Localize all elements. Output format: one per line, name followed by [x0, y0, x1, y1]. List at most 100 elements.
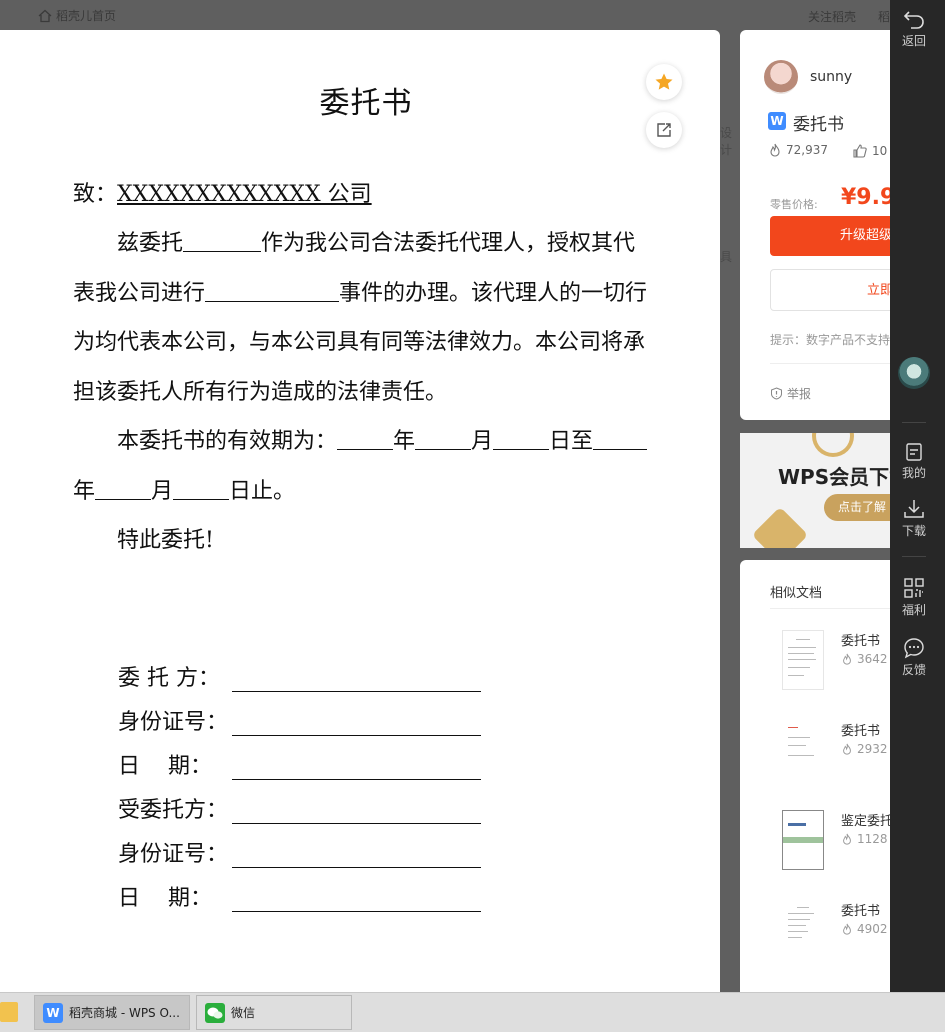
star-icon [655, 73, 673, 90]
fire-icon [843, 923, 851, 935]
sign-label: 委 托 方： [118, 666, 220, 691]
doc-thumbnail [782, 720, 824, 780]
wechat-icon [205, 1002, 225, 1023]
download-button[interactable]: 下载 [890, 498, 938, 539]
sign-label: 日 期： [118, 886, 212, 911]
view-count: 72,937 [768, 143, 828, 157]
sign-row-agent-date: 日 期： [118, 880, 481, 912]
to-company: XXXXXXXXXXXXX 公司 [117, 182, 372, 207]
divider [902, 556, 926, 557]
sign-line [232, 845, 481, 868]
document-icon [906, 443, 922, 461]
welfare-label: 福利 [901, 603, 926, 617]
paragraph-3: 为均代表本公司，与本公司具有同等法律效力。本公司将承 [73, 330, 646, 355]
feedback-button[interactable]: 反馈 [890, 637, 938, 678]
sign-label: 受委托方： [118, 798, 229, 823]
sign-label: 身份证号： [118, 842, 229, 867]
closing-text: 特此委托! [117, 528, 214, 553]
mine-button[interactable]: 我的 [890, 442, 938, 481]
wps-app-icon: W [43, 1002, 63, 1023]
wps-doc-icon: W [768, 112, 786, 130]
header-more-link[interactable]: 稻 [878, 8, 890, 25]
home-link[interactable]: 稻壳儿首页 [38, 7, 116, 24]
author-name[interactable]: sunny [810, 69, 852, 85]
similar-heading: 相似文档 [770, 586, 823, 601]
sign-row-principal-date: 日 期： [118, 748, 481, 780]
banner-title: WPS会员下载 [778, 465, 900, 489]
windows-taskbar: W 稻壳商城 - WPS O... 微信 [0, 992, 945, 1032]
paragraph-7: 特此委托! [73, 516, 663, 566]
background-page-strip: 设计 具 [720, 30, 740, 992]
month-label: 月 [471, 429, 494, 454]
divider [770, 608, 900, 609]
p2-text-a: 表我公司进行 [73, 281, 206, 306]
to-prefix: 致： [73, 182, 118, 207]
home-label: 稻壳儿首页 [56, 9, 117, 23]
product-title: 委托书 [793, 115, 844, 135]
upgrade-download-button[interactable]: 升级超级会员免费下载 [770, 216, 900, 256]
welfare-button[interactable]: 福利 [890, 577, 938, 618]
similar-count-value: 4902 [857, 922, 888, 936]
back-arrow-icon [903, 11, 924, 29]
wps-member-banner[interactable]: WPS会员下载 点击了解 [740, 433, 900, 548]
matter-blank [205, 279, 340, 302]
sign-label: 身份证号： [118, 710, 229, 735]
similar-item[interactable]: 委托书 2932 [770, 720, 900, 790]
similar-count-value: 3642 [857, 652, 888, 666]
end-month-blank [95, 477, 152, 500]
download-label: 下载 [901, 524, 926, 538]
similar-title: 委托书 [841, 724, 881, 739]
similar-documents: 相似文档 委托书 3642 委托书 2932 鉴定委托书 1128 委托书 49… [740, 560, 900, 992]
taskbar-wechat-window[interactable]: 微信 [196, 995, 352, 1030]
buy-now-button[interactable]: 立即购买 [770, 269, 900, 311]
sign-row-principal-id: 身份证号： [118, 704, 481, 736]
report-link[interactable]: 举报 [770, 385, 811, 402]
end-day-blank [173, 477, 230, 500]
year-label: 年 [393, 429, 416, 454]
follow-link[interactable]: 关注稻壳 [808, 8, 856, 25]
similar-count: 2932 [841, 742, 888, 756]
like-count[interactable]: 10 [852, 143, 887, 159]
qr-code-icon [904, 578, 924, 598]
similar-count: 1128 [841, 832, 888, 846]
paragraph-2: 表我公司进行 事件的办理。该代理人的一切行 [73, 269, 663, 319]
end-year-blank [593, 427, 648, 450]
user-avatar[interactable] [898, 357, 930, 389]
favorite-button[interactable] [646, 64, 682, 100]
document-preview: 委托书 致：XXXXXXXXXXXXX 公司 兹委托 作为我公司合法委托代理人，授… [0, 30, 720, 992]
p2-text-b: 事件的办理。该代理人的一切行 [339, 281, 648, 306]
similar-count: 4902 [841, 922, 888, 936]
wps-logo-icon [751, 506, 809, 548]
day-to-label: 日至 [549, 429, 594, 454]
similar-title: 委托书 [841, 634, 881, 649]
paragraph-1: 兹委托 作为我公司合法委托代理人，授权其代 [73, 219, 663, 269]
banner-decoration [812, 433, 854, 457]
file-explorer-icon[interactable] [0, 1002, 18, 1022]
taskbar-wps-window[interactable]: W 稻壳商城 - WPS O... [34, 995, 190, 1030]
paragraph-4: 担该委托人所有行为造成的法律责任。 [73, 380, 448, 405]
similar-item[interactable]: 委托书 4902 [770, 900, 900, 970]
report-label: 举报 [787, 387, 812, 401]
banner-button[interactable]: 点击了解 [824, 494, 900, 521]
view-count-value: 72,937 [786, 143, 828, 157]
share-button[interactable] [646, 112, 682, 148]
author-avatar[interactable] [764, 60, 798, 94]
warning-icon [771, 387, 782, 400]
p1-text-b: 作为我公司合法委托代理人，授权其代 [261, 231, 636, 256]
thumbs-up-icon [853, 144, 867, 158]
download-icon [904, 500, 924, 518]
p1-text-a: 兹委托 [117, 231, 184, 256]
similar-item[interactable]: 鉴定委托书 1128 [770, 810, 900, 880]
product-card: sunny W 委托书 72,937 10 零售价格: ¥9.9 升级超级会员免… [740, 30, 900, 420]
sign-row-agent: 受委托方： [118, 792, 481, 824]
month-blank [415, 427, 472, 450]
back-button[interactable]: 返回 [890, 10, 938, 49]
background-label: 具 [720, 250, 733, 264]
similar-item[interactable]: 委托书 3642 [770, 630, 900, 700]
share-icon [657, 123, 671, 137]
end-month-label: 月 [151, 479, 174, 504]
chat-bubble-icon [904, 638, 924, 659]
price-value: ¥9.9 [841, 185, 896, 210]
sign-line [232, 889, 481, 912]
end-year-label: 年 [73, 479, 96, 504]
